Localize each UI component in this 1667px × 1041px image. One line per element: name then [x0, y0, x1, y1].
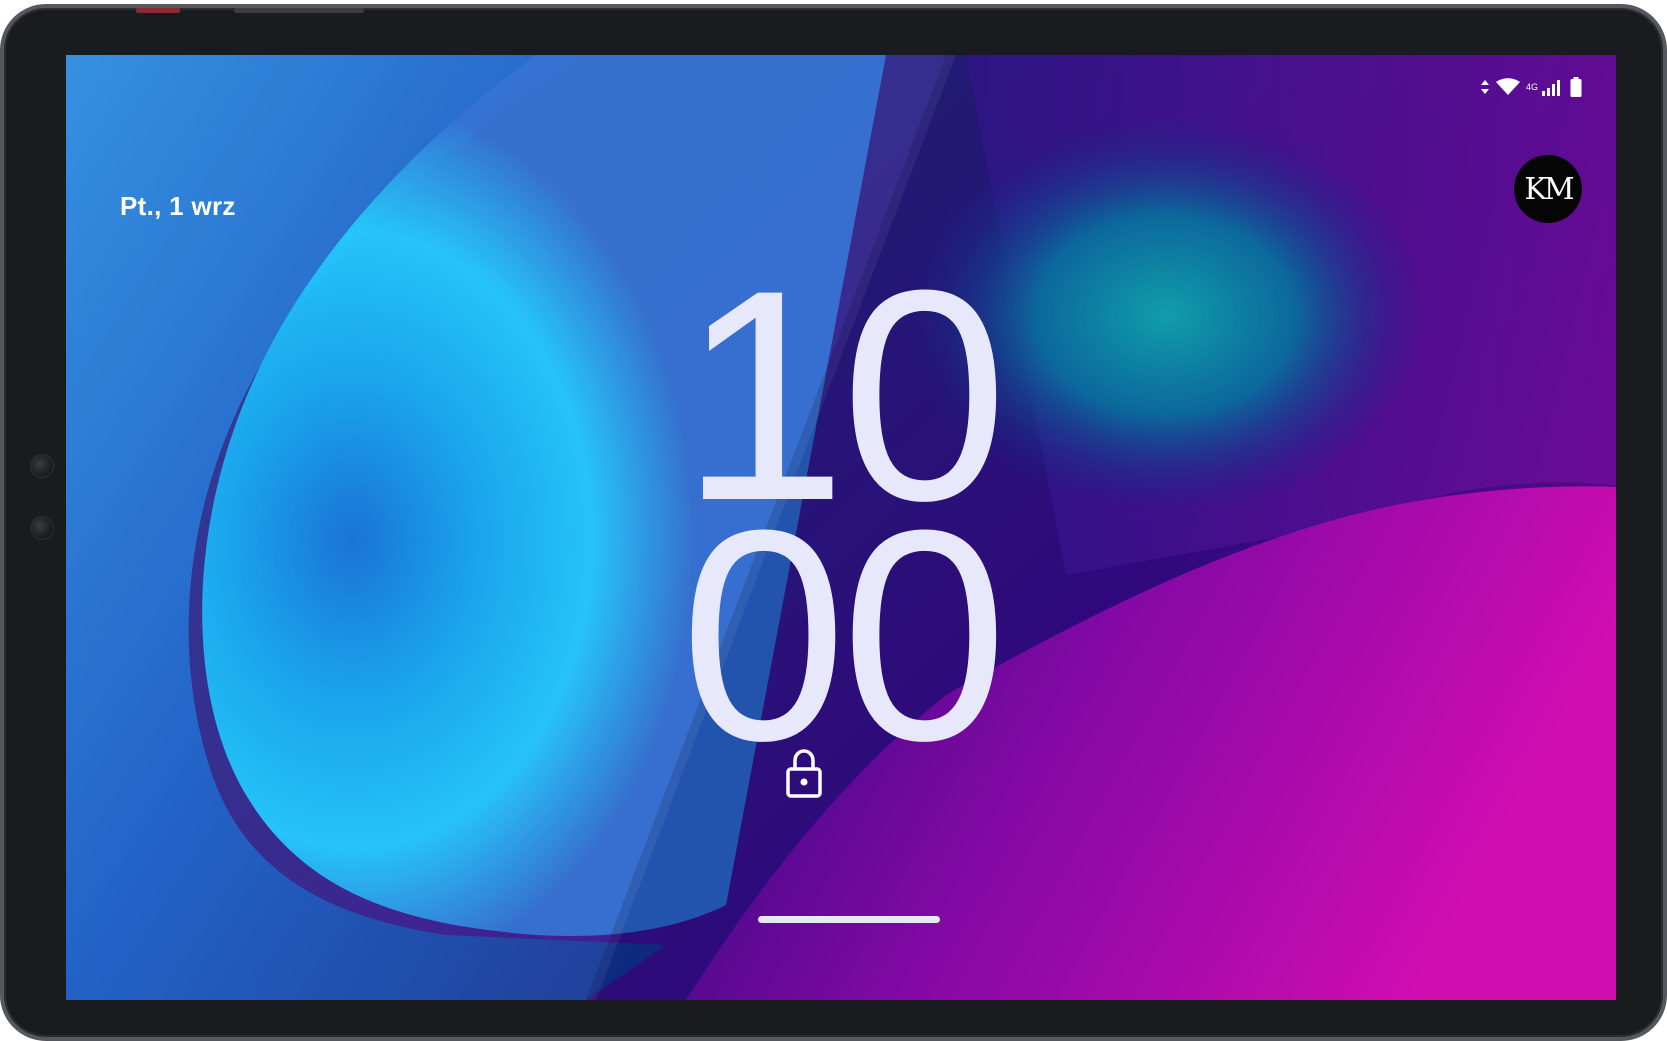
- wifi-icon: [1495, 78, 1520, 95]
- home-gesture-handle[interactable]: [758, 916, 940, 923]
- status-bar: 4G: [1480, 77, 1582, 97]
- data-transfer-icon: [1480, 80, 1489, 94]
- lock-icon[interactable]: [784, 747, 824, 799]
- front-camera: [30, 454, 54, 478]
- clock-minutes: 00: [680, 467, 1008, 803]
- user-avatar[interactable]: KM: [1514, 155, 1582, 223]
- cellular-signal-icon: [1542, 80, 1560, 96]
- network-type-label: 4G: [1525, 81, 1538, 92]
- lock-screen[interactable]: Pt., 1 wrz 4G KM 10 00: [66, 55, 1616, 1000]
- battery-icon: [1570, 77, 1582, 97]
- power-button[interactable]: [136, 8, 180, 13]
- front-sensor: [30, 516, 54, 540]
- volume-button[interactable]: [234, 8, 364, 13]
- tablet-frame: Pt., 1 wrz 4G KM 10 00: [0, 4, 1667, 1041]
- lock-screen-date: Pt., 1 wrz: [120, 191, 236, 221]
